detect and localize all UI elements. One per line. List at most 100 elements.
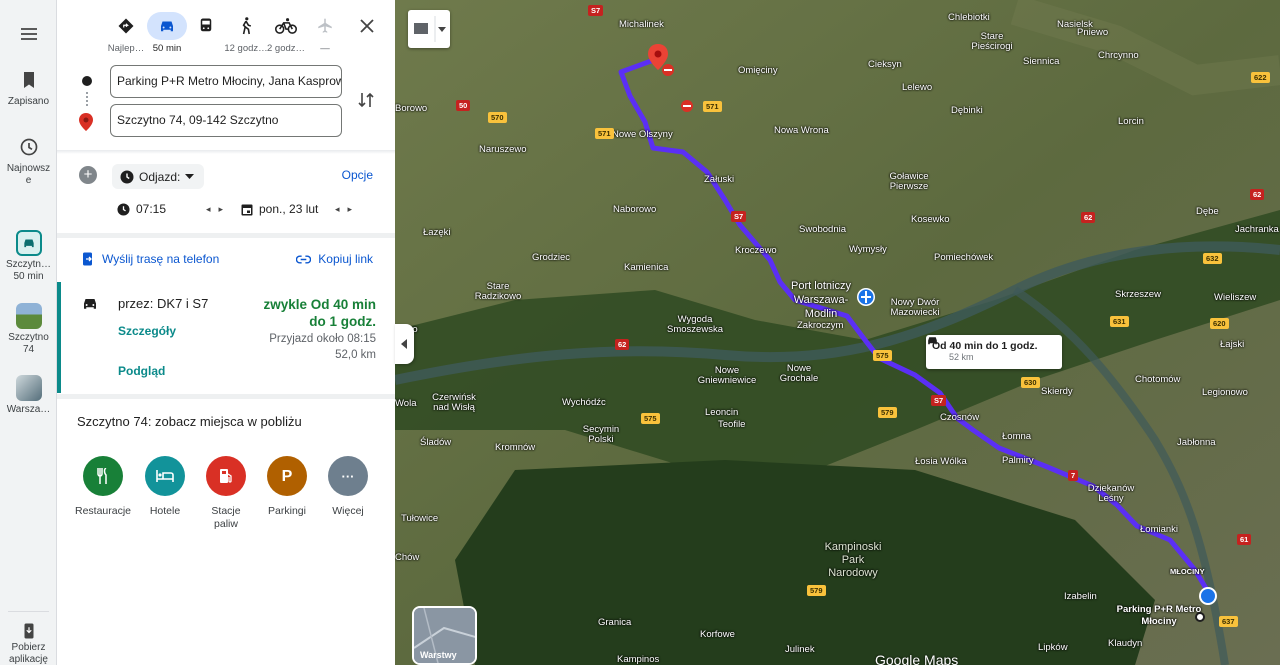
date-picker[interactable]: pon., 23 lut ◂▸ xyxy=(241,200,360,218)
close-icon[interactable] xyxy=(357,16,377,36)
map-label: Łosia Wólka xyxy=(915,456,967,467)
route-option[interactable]: przez: DK7 i S7 zwykle Od 40 min do 1 go… xyxy=(57,282,395,393)
section-divider xyxy=(57,233,395,238)
nearby-parking[interactable]: P Parkingi xyxy=(255,456,319,518)
map-label: Cieksyn xyxy=(868,59,902,70)
map-label: Port lotniczy Warszawa-Modlin xyxy=(791,280,851,320)
map-label: Skierdy xyxy=(1041,386,1073,397)
recent-button[interactable]: Najnowsze xyxy=(0,135,57,187)
map-label: Borowo xyxy=(395,103,428,114)
road-shield: 637 xyxy=(1219,616,1238,627)
copy-link-button[interactable]: Kopiuj link xyxy=(296,252,373,266)
map-label: Izabelin xyxy=(1064,591,1097,602)
time-stepper-icon[interactable]: ◂▸ xyxy=(206,204,231,215)
road-shield: 570 xyxy=(488,112,507,123)
header-separator xyxy=(57,150,395,154)
map-type-button[interactable] xyxy=(408,10,450,48)
get-app-button[interactable]: Pobierz aplikację xyxy=(0,622,57,665)
time-picker[interactable]: 07:15 ◂▸ xyxy=(117,200,231,218)
layers-button[interactable]: Warstwy xyxy=(412,606,477,665)
nearby-restaurants[interactable]: Restauracje xyxy=(71,456,135,518)
car-icon xyxy=(84,299,96,309)
map-label: Śladów xyxy=(420,437,452,448)
map-label: Lorcin xyxy=(1118,116,1144,127)
map-label: Wychódźc xyxy=(562,397,606,408)
map-label: Legionowo xyxy=(1202,387,1248,398)
map-label: Teofile xyxy=(718,419,746,430)
road-shield: 571 xyxy=(595,128,614,139)
map-label: Lelewo xyxy=(902,82,933,93)
transit-icon xyxy=(200,18,212,32)
road-shield: 632 xyxy=(1203,253,1222,264)
route-details-link[interactable]: Szczegóły xyxy=(118,324,176,338)
road-shield: 571 xyxy=(703,101,722,112)
photo-thumbnail xyxy=(15,375,42,401)
map-label: Siennica xyxy=(1023,56,1060,67)
map-label: Julinek xyxy=(785,644,815,655)
best-route-icon xyxy=(118,18,134,34)
map-label: Zakroczym xyxy=(797,320,844,331)
map-label: Nowe Grochale xyxy=(779,363,819,384)
destination-input[interactable]: Szczytno 74, 09-142 Szczytno xyxy=(110,104,342,137)
recent-item-route[interactable]: Szczytn… 50 min xyxy=(0,230,57,283)
send-to-phone-icon xyxy=(83,252,92,266)
map-canvas[interactable]: Michalinek Omięciny Cieksyn Chlebiotki S… xyxy=(395,0,1280,665)
gas-station-icon xyxy=(206,456,246,496)
map-label: Omięciny xyxy=(738,65,778,76)
departure-dropdown[interactable]: Odjazd: xyxy=(112,164,205,189)
map-label: Kosewko xyxy=(911,214,950,225)
road-shield: S7 xyxy=(931,395,947,406)
map-label: Stare Pieścirogi xyxy=(971,31,1013,52)
time-value[interactable]: 07:15 xyxy=(136,202,200,216)
saved-button[interactable]: Zapisano xyxy=(0,68,57,108)
chevron-left-icon xyxy=(401,339,407,349)
destination-pin-icon xyxy=(79,113,93,131)
left-rail: Zapisano Najnowsze Szczytn… 50 min Szczy… xyxy=(0,0,57,665)
road-shield: 61 xyxy=(1237,534,1252,545)
date-stepper-icon[interactable]: ◂▸ xyxy=(335,204,360,215)
directions-panel: Najlep… 50 min 12 godz… 2 godz… — Parkin… xyxy=(57,0,395,665)
recent-item-place[interactable]: Szczytno 74 xyxy=(0,303,57,356)
mode-best[interactable]: Najlep… xyxy=(103,12,149,54)
send-to-phone-button[interactable]: Wyślij trasę na telefon xyxy=(82,252,219,266)
route-duration: zwykle Od 40 min do 1 godz. xyxy=(263,297,376,329)
swap-icon[interactable] xyxy=(356,90,376,110)
road-shield: 7 xyxy=(1068,470,1079,481)
map-label: Lipków xyxy=(1038,642,1068,653)
route-duration-popup[interactable]: Od 40 min do 1 godz. 52 km xyxy=(926,335,1062,369)
map-label: Łajski xyxy=(1220,339,1245,350)
map-label: Chlebiotki xyxy=(948,12,990,23)
map-label: Pomiechówek xyxy=(934,252,994,263)
date-value[interactable]: pon., 23 lut xyxy=(259,202,329,216)
map-label: MŁOCINY xyxy=(1170,567,1205,576)
section-divider xyxy=(57,394,395,399)
recent-label: Najnowsze xyxy=(6,163,51,186)
road-shield: 579 xyxy=(878,407,897,418)
car-icon xyxy=(15,230,42,256)
photo-thumbnail xyxy=(15,303,42,329)
layers-label: Warstwy xyxy=(420,650,457,660)
map-label: Kromnów xyxy=(495,442,536,453)
map-type-icon xyxy=(414,16,446,42)
map-label: Jachranka xyxy=(1235,224,1279,235)
origin-input[interactable]: Parking P+R Metro Młociny, Jana Kasprowi… xyxy=(110,65,342,98)
route-preview-link[interactable]: Podgląd xyxy=(118,364,165,378)
mode-flight[interactable]: — xyxy=(302,12,348,54)
map-label: Nowy Dwór Mazowiecki xyxy=(890,297,940,318)
add-stop-icon[interactable]: + xyxy=(79,166,97,184)
options-link[interactable]: Opcje xyxy=(342,168,373,182)
nearby-gas-stations[interactable]: Stacje paliw xyxy=(194,456,258,531)
road-shield: 620 xyxy=(1210,318,1229,329)
menu-button[interactable] xyxy=(0,22,57,50)
recent-item-warsaw[interactable]: Warsza… xyxy=(0,375,57,416)
restaurant-icon xyxy=(83,456,123,496)
route-distance: 52,0 km xyxy=(335,349,376,361)
google-maps-logo: Google Maps xyxy=(875,652,959,665)
map-label: Łomianki xyxy=(1140,524,1179,535)
nearby-more[interactable]: ··· Więcej xyxy=(316,456,380,518)
collapse-panel-button[interactable] xyxy=(395,324,414,364)
nearby-hotels[interactable]: Hotele xyxy=(133,456,197,518)
map-label: Czosnów xyxy=(940,412,980,423)
map-label: Pniewo xyxy=(1077,27,1109,38)
plane-icon xyxy=(318,18,332,33)
